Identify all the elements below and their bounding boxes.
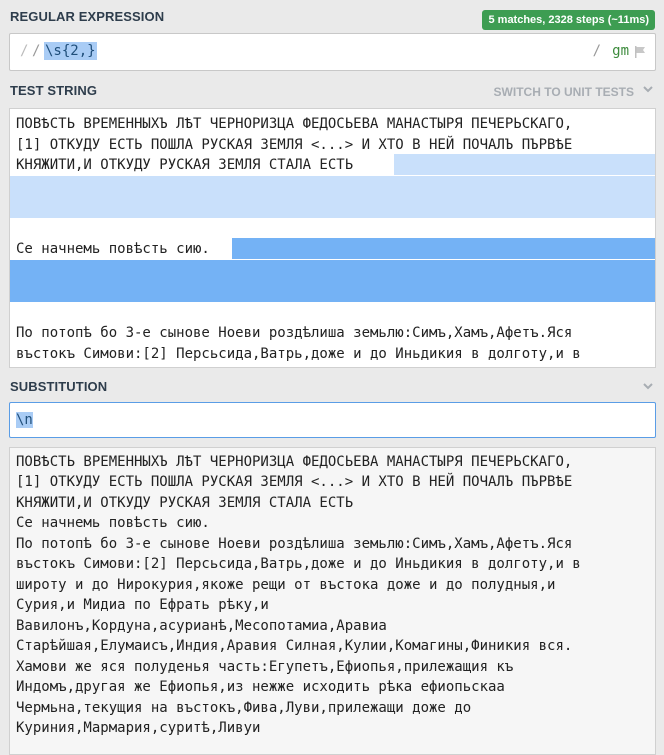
- result-line: КНЯЖИТИ,И ОТКУДУ РУСКАЯ ЗЕМЛЯ СТАЛА ЕСТЬ: [16, 495, 354, 511]
- chevron-down-icon[interactable]: [642, 83, 654, 95]
- substitution-input[interactable]: \n: [9, 402, 656, 438]
- substitution-value[interactable]: \n: [16, 412, 33, 428]
- switch-to-unit-tests-link[interactable]: SWITCH TO UNIT TESTS: [494, 85, 634, 99]
- result-line: Сурия,и Мидиа по Ефрать рѣку,и: [16, 597, 269, 613]
- regex-section-title: REGULAR EXPRESSION: [10, 9, 165, 24]
- result-line: ПОВѢСТЬ ВРЕМЕННЫХЪ ЛѢТ ЧЕРНОРИЗЦА ФЕДОСЬ…: [16, 454, 573, 470]
- regex-open-delimiter: /: [20, 43, 29, 59]
- flag-icon[interactable]: [633, 45, 647, 59]
- test-line: въстокъ Симови:[2] Персьсида,Ватрь,доже …: [16, 346, 581, 362]
- regex-pattern[interactable]: \s{2,}: [44, 42, 97, 60]
- match-highlight: [394, 154, 655, 175]
- regex-open-delimiter-2: /: [32, 43, 41, 59]
- match-highlight: [10, 176, 655, 197]
- result-line: По потопѣ бо 3-е сынове Ноеви роздѣлиша …: [16, 536, 573, 552]
- result-line: Хамови же яся полуденья часть:Егупетъ,Еф…: [16, 659, 514, 675]
- result-line: широту и до Нирокурия,якоже рещи от въст…: [16, 577, 556, 593]
- result-line: Индомъ,другая же Ефиопья,из нежже исходи…: [16, 679, 505, 695]
- test-line: [1] ОТКУДУ ЕСТЬ ПОШЛА РУСКАЯ ЗЕМЛЯ <...>…: [16, 137, 573, 153]
- test-line: КНЯЖИТИ,И ОТКУДУ РУСКАЯ ЗЕМЛЯ СТАЛА ЕСТЬ: [16, 157, 354, 173]
- regex-flags[interactable]: gm: [612, 43, 629, 59]
- test-string-editor[interactable]: ПОВѢСТЬ ВРЕМЕННЫХЪ ЛѢТ ЧЕРНОРИЗЦА ФЕДОСЬ…: [9, 108, 656, 368]
- match-highlight: [232, 238, 655, 259]
- regex-header: REGULAR EXPRESSION 5 matches, 2328 steps…: [0, 4, 664, 30]
- match-highlight: [10, 197, 655, 218]
- regex-input[interactable]: / / \s{2,} / gm: [9, 33, 656, 71]
- result-line: Вавилонъ,Кордуна,асурианѣ,Месопотамиа,Ар…: [16, 618, 387, 634]
- result-line: Се начнемь повѣсть сию.: [16, 515, 210, 531]
- result-line: въстокъ Симови:[2] Персьсида,Ватрь,доже …: [16, 556, 581, 572]
- regex-close-delimiter: /: [592, 43, 601, 59]
- test-line: ПОВѢСТЬ ВРЕМЕННЫХЪ ЛѢТ ЧЕРНОРИЗЦА ФЕДОСЬ…: [16, 116, 573, 132]
- test-line: Се начнемь повѣсть сию.: [16, 241, 210, 257]
- match-highlight: [10, 281, 655, 302]
- result-line: Чермьна,текущия на въстокъ,Фива,Луви,при…: [16, 700, 472, 716]
- substitution-header: SUBSTITUTION: [0, 374, 664, 398]
- substitution-section-title: SUBSTITUTION: [10, 379, 108, 394]
- match-info-badge: 5 matches, 2328 steps (~11ms): [482, 10, 655, 30]
- result-line: Куриния,Мармария,суритѣ,Ливуи: [16, 720, 261, 736]
- test-header: TEST STRING SWITCH TO UNIT TESTS: [0, 78, 664, 102]
- test-line: По потопѣ бо 3-е сынове Ноеви роздѣлиша …: [16, 325, 573, 341]
- result-line: [1] ОТКУДУ ЕСТЬ ПОШЛА РУСКАЯ ЗЕМЛЯ <...>…: [16, 474, 573, 490]
- match-highlight: [10, 260, 655, 281]
- substitution-result: ПОВѢСТЬ ВРЕМЕННЫХЪ ЛѢТ ЧЕРНОРИЗЦА ФЕДОСЬ…: [9, 447, 656, 755]
- test-section-title: TEST STRING: [10, 83, 98, 98]
- chevron-down-icon[interactable]: [642, 380, 654, 392]
- result-line: Старѣйшая,Елумаисъ,Индия,Аравия Силная,К…: [16, 638, 573, 654]
